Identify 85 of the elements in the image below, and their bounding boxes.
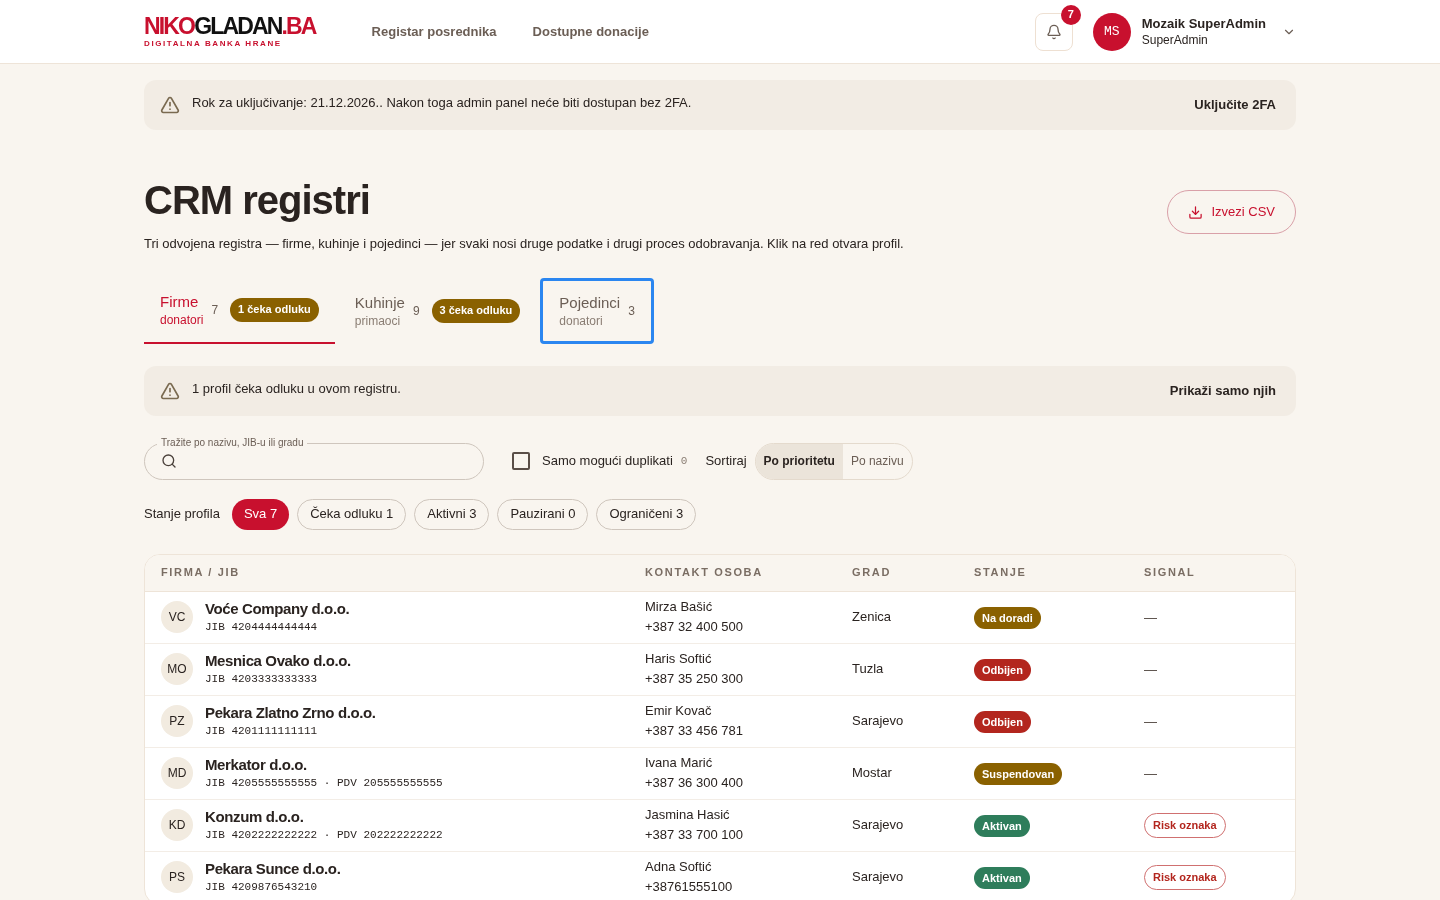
table-row[interactable]: VC Voće Company d.o.o. JIB 4204444444444 Mirza Bašić +387 32 400 500 Zenica Na doradi —	[145, 591, 1295, 644]
sort-option[interactable]: Po prioritetu	[755, 443, 843, 479]
sort-label: Sortiraj	[705, 452, 747, 471]
page-title: CRM registri	[144, 180, 371, 220]
download-icon	[1188, 204, 1204, 220]
contact-name: Haris Softić	[645, 650, 713, 668]
company-initials: VC	[161, 601, 193, 633]
duplicates-label: Samo mogući duplikati	[542, 452, 673, 471]
user-role: SuperAdmin	[1141, 31, 1209, 48]
table-row[interactable]: KD Konzum d.o.o. JIB 4202222222222 · PDV 202222222222 Jasmina Hasić +387 33 700 100 Sarajevo Aktivan Risk oznaka	[145, 799, 1295, 852]
city-cell-text: Tuzla	[852, 660, 885, 679]
status-badge: Odbijen	[974, 658, 1031, 682]
notification-count: 7	[1060, 4, 1081, 25]
warning-icon	[160, 380, 180, 401]
company-name: Pekara Zlatno Zrno d.o.o.	[205, 703, 376, 723]
city-cell-text: Sarajevo	[852, 816, 905, 835]
empty-signal: —	[1144, 714, 1157, 729]
status-badge: Na doradi	[974, 606, 1041, 630]
pending-badge: 1 čeka odluku	[230, 297, 319, 322]
company-name: Konzum d.o.o.	[205, 807, 305, 827]
contact-phone: +387 33 700 100	[645, 826, 744, 844]
city-cell-text: Zenica	[852, 608, 893, 627]
company-ids: JIB 4209876543210	[205, 880, 319, 895]
company-initials: PS	[161, 861, 193, 893]
search-icon	[161, 453, 177, 469]
empty-signal: —	[1144, 610, 1157, 625]
page-subtitle: Tri odvojena registra — firme, kuhinje i pojedinci — jer svaki nosi druge podatke i drugi proces odobravanja. Klik na red otvara profil.	[144, 235, 904, 253]
checkbox[interactable]	[512, 452, 530, 470]
table-row[interactable]: MD Merkator d.o.o. JIB 4205555555555 · PDV 205555555555 Ivana Marić +387 36 300 400 Mostar Suspendovan —	[145, 747, 1295, 800]
contact-name: Mirza Bašić	[645, 598, 714, 616]
company-ids: JIB 4203333333333	[205, 672, 319, 687]
column-header: GRAD	[852, 565, 892, 581]
empty-signal: —	[1144, 662, 1157, 677]
status-badge: Aktivan	[974, 814, 1030, 838]
bell-icon	[1045, 23, 1062, 40]
empty-signal: —	[1144, 766, 1157, 781]
company-ids: JIB 4204444444444	[205, 620, 319, 635]
column-header: STANJE	[974, 565, 1028, 581]
column-header: KONTAKT OSOBA	[645, 565, 764, 581]
sort-option[interactable]: Po nazivu	[842, 443, 912, 479]
table-row[interactable]: PZ Pekara Zlatno Zrno d.o.o. JIB 4201111111111 Emir Kovač +387 33 456 781 Sarajevo Odbijen —	[145, 695, 1295, 748]
status-badge: Aktivan	[974, 866, 1030, 890]
city-cell-text: Mostar	[852, 764, 893, 783]
company-initials: KD	[161, 809, 193, 841]
show-only-them-button[interactable]: Prikaži samo njih	[1169, 380, 1276, 401]
city-cell-text: Sarajevo	[852, 868, 905, 887]
column-header: SIGNAL	[1144, 565, 1197, 581]
company-initials: MD	[161, 757, 193, 789]
table-row[interactable]: MO Mesnica Ovako d.o.o. JIB 4203333333333 Haris Softić +387 35 250 300 Tuzla Odbijen —	[145, 643, 1295, 696]
city-cell-text: Sarajevo	[852, 712, 905, 731]
enable-2fa-button[interactable]: Uključite 2FA	[1194, 95, 1276, 115]
company-ids: JIB 4202222222222 · PDV 202222222222	[205, 828, 443, 843]
duplicates-count: 0	[680, 453, 688, 469]
contact-phone: +387 32 400 500	[645, 618, 744, 636]
contact-phone: +387 33 456 781	[645, 722, 744, 740]
contact-name: Ivana Marić	[645, 754, 714, 772]
warning-icon	[160, 95, 180, 115]
nav-link[interactable]: Dostupne donacije	[532, 21, 649, 42]
avatar: MS	[1092, 12, 1131, 51]
contact-phone: +387 36 300 400	[645, 774, 744, 792]
banner-text: Rok za uključivanje: 21.12.2026.. Nakon toga admin panel neće biti dostupan bez 2FA.	[192, 94, 692, 113]
company-name: Voće Company d.o.o.	[205, 599, 350, 619]
filter-chip[interactable]: Sva 7	[231, 498, 290, 530]
nav-link[interactable]: Registar posrednika	[371, 21, 497, 42]
status-badge: Suspendovan	[974, 762, 1063, 786]
company-name: Merkator d.o.o.	[205, 755, 308, 775]
contact-name: Emir Kovač	[645, 702, 713, 720]
company-name: Pekara Sunce d.o.o.	[205, 859, 341, 879]
company-initials: PZ	[161, 705, 193, 737]
column-header: FIRMA / JIB	[161, 565, 241, 581]
company-ids: JIB 4205555555555 · PDV 205555555555	[205, 776, 443, 791]
notice-text: 1 profil čeka odluku u ovom registru.	[192, 379, 401, 398]
pending-badge: 3 čeka odluku	[431, 298, 521, 323]
logo[interactable]: NIKOGLADAN.BA DIGITALNA BANKA HRANE	[144, 15, 316, 48]
contact-phone: +38761555100	[645, 878, 734, 896]
company-ids: JIB 4201111111111	[205, 724, 319, 739]
company-initials: MO	[161, 653, 193, 685]
contact-name: Jasmina Hasić	[645, 806, 731, 824]
contact-phone: +387 35 250 300	[645, 670, 744, 688]
table-row[interactable]: PS Pekara Sunce d.o.o. JIB 4209876543210 Adna Softić +38761555100 Sarajevo Aktivan Risk oznaka	[145, 851, 1295, 900]
filter-label: Stanje profila	[144, 505, 220, 524]
contact-name: Adna Softić	[645, 858, 713, 876]
user-name: Mozaik SuperAdmin	[1141, 15, 1266, 32]
company-name: Mesnica Ovako d.o.o.	[205, 651, 351, 671]
status-badge: Odbijen	[974, 710, 1031, 734]
